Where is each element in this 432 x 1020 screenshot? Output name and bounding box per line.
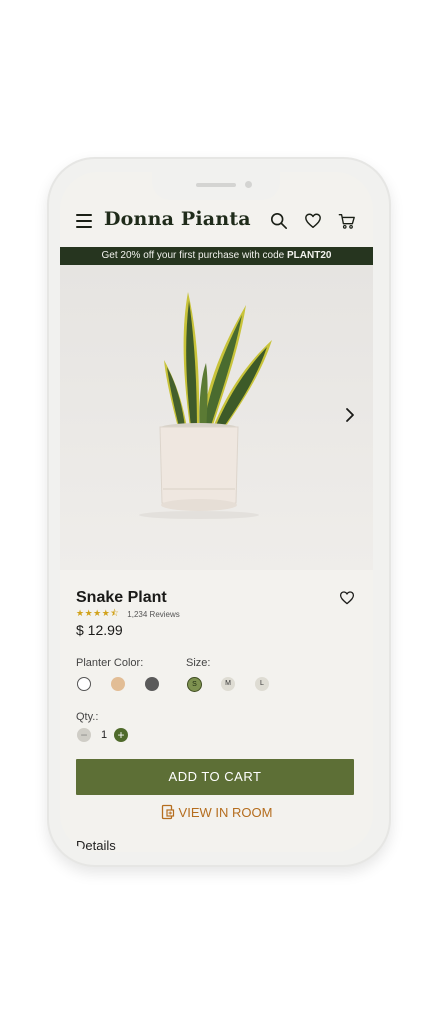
next-image-chevron-icon[interactable]: [343, 407, 357, 423]
size-label: Size:: [186, 657, 211, 669]
size-option-l[interactable]: L: [255, 677, 269, 691]
wishlist-heart-icon[interactable]: [339, 590, 355, 606]
snake-plant-image: [60, 265, 373, 570]
promo-banner: Get 20% off your first purchase with cod…: [60, 247, 373, 265]
hamburger-menu-icon[interactable]: [76, 214, 92, 228]
phone-notch: [152, 172, 280, 200]
brand-logo[interactable]: Donna Pianta: [104, 208, 251, 230]
app-screen: Donna Pianta Get 20% off your first purc…: [60, 172, 373, 852]
cart-icon[interactable]: [338, 212, 356, 230]
quantity-label: Qty.:: [76, 711, 99, 723]
view-in-room-label: VIEW IN ROOM: [178, 804, 273, 820]
product-rating[interactable]: ★★★★⯪ 1,234 Reviews: [76, 606, 180, 622]
size-option-s[interactable]: S: [187, 677, 202, 692]
star-rating-icon: ★★★★⯪: [76, 608, 120, 618]
details-heading[interactable]: Details: [76, 838, 116, 852]
planter-color-label: Planter Color:: [76, 657, 144, 669]
size-option-m[interactable]: M: [221, 677, 235, 691]
front-camera: [245, 181, 252, 188]
search-icon[interactable]: [270, 212, 288, 230]
promo-text: Get 20% off your first purchase with cod…: [101, 250, 287, 261]
add-to-cart-button[interactable]: ADD TO CART: [76, 759, 354, 795]
promo-code: PLANT20: [287, 250, 332, 261]
product-title: Snake Plant: [76, 589, 167, 606]
speaker-grille: [196, 183, 236, 187]
review-count: 1,234 Reviews: [127, 609, 180, 619]
ar-room-icon: [161, 804, 174, 820]
view-in-room-button[interactable]: VIEW IN ROOM: [60, 804, 373, 820]
quantity-value[interactable]: 1: [101, 729, 107, 741]
heart-icon[interactable]: [304, 212, 322, 230]
planter-color-white[interactable]: [77, 677, 91, 691]
app-header: Donna Pianta: [60, 202, 373, 242]
planter-color-charcoal[interactable]: [145, 677, 159, 691]
quantity-decrease-button[interactable]: −: [77, 728, 91, 742]
product-image: [60, 265, 373, 570]
product-price: $ 12.99: [76, 622, 123, 638]
quantity-increase-button[interactable]: +: [114, 728, 128, 742]
planter-color-tan[interactable]: [111, 677, 125, 691]
